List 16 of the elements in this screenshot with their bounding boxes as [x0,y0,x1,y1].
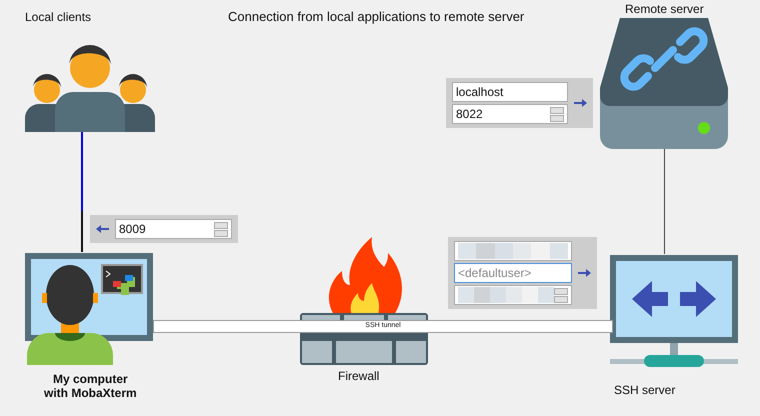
clients-label: Local clients [25,10,92,24]
right-arrow-icon [574,98,587,108]
text-field[interactable] [454,241,572,261]
firewall-label: Firewall [338,369,380,384]
server-label: Remote server [625,2,704,16]
computer-label: My computer with MobaXterm [44,372,137,401]
server-icon [600,18,728,149]
right-arrow-icon [578,268,591,278]
spin-field[interactable]: 8022 [452,104,568,124]
left-arrow-icon [96,224,109,234]
diagram-title: Connection from local applications to remote server [228,9,524,25]
ssh-server-label: SSH server [614,383,676,398]
text-field[interactable]: localhost [452,82,568,102]
spin-field[interactable] [454,285,572,305]
spin-field[interactable]: 8009 [115,219,232,239]
text-field[interactable]: <defaultuser> [454,263,572,283]
